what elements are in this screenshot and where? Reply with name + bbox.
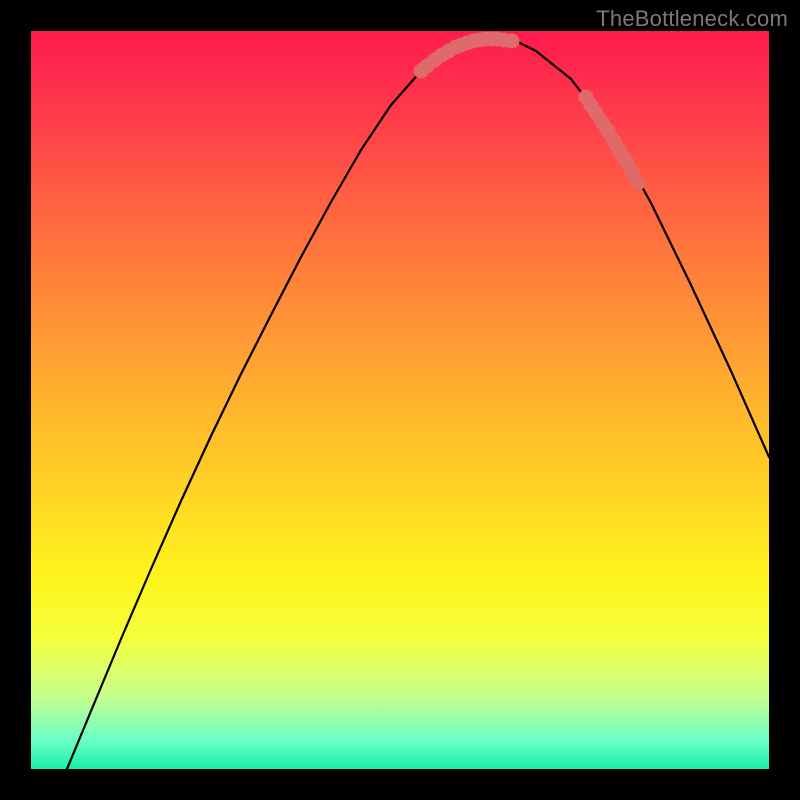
curve-bottleneck-curve: [67, 39, 769, 769]
chart-frame: TheBottleneck.com: [0, 0, 800, 800]
plot-area: [31, 31, 769, 769]
chart-svg: [31, 31, 769, 769]
marker-marker-band-right: [631, 176, 646, 191]
watermark-text: TheBottleneck.com: [596, 6, 788, 32]
marker-marker-band-left: [505, 34, 520, 49]
